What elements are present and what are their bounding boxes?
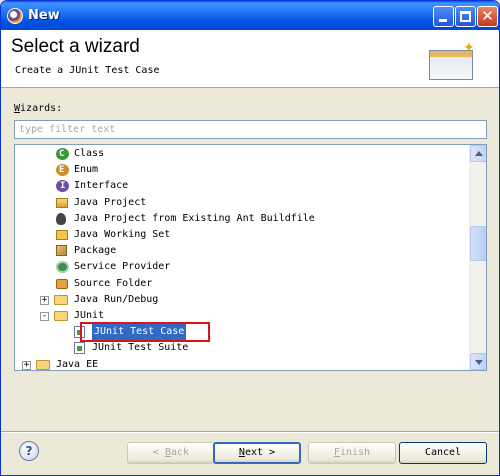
filter-input[interactable]: [14, 120, 487, 139]
tree-item-label: Java Run/Debug: [74, 293, 159, 305]
page-title: Select a wizard: [11, 36, 140, 57]
junit-test-suite-icon: [74, 342, 85, 355]
arrow-down-icon: [475, 360, 483, 365]
tree-item-label: Java Project: [74, 196, 147, 208]
tree-item-enum[interactable]: Enum: [15, 162, 470, 178]
class-icon: [56, 146, 69, 162]
tree-item-label: Service Provider: [74, 261, 171, 273]
package-icon: [56, 245, 67, 257]
expand-icon[interactable]: +: [40, 295, 49, 305]
cancel-button[interactable]: Cancel: [399, 442, 487, 464]
wizards-label: Wizards:: [14, 103, 63, 114]
tree-item-source-folder[interactable]: Source Folder: [15, 276, 470, 292]
tree-item-label: Java Working Set: [74, 229, 171, 240]
window-title: New: [28, 8, 60, 23]
working-set-icon: [56, 230, 68, 240]
tree-item-interface[interactable]: Interface: [15, 178, 470, 194]
tree-item-class[interactable]: Class: [15, 146, 470, 162]
back-button[interactable]: < Back: [127, 442, 215, 464]
next-button[interactable]: Next >: [213, 442, 301, 464]
tree-item-java-ee[interactable]: + Java EE: [15, 357, 470, 370]
folder-icon: [36, 359, 50, 370]
interface-icon: [56, 178, 69, 194]
collapse-icon[interactable]: -: [40, 312, 49, 321]
tree-item-java-run-debug[interactable]: + Java Run/Debug: [15, 292, 470, 308]
new-wizard-banner-icon: ✦: [429, 40, 479, 82]
expand-icon[interactable]: +: [22, 360, 31, 370]
minimize-icon: [439, 19, 447, 22]
tree-item-label: Package: [74, 245, 117, 257]
new-wizard-dialog: New ✕ Select a wizard Create a JUnit Tes…: [0, 0, 500, 476]
java-project-icon: [56, 197, 68, 208]
scroll-down-button[interactable]: [470, 353, 486, 370]
tree-item-junit-test-suite[interactable]: JUnit Test Suite: [15, 340, 470, 356]
tree-item-java-project-from-existing-ant-buildfile[interactable]: Java Project from Existing Ant Buildfile: [15, 211, 470, 227]
footer-separator: [1, 431, 499, 433]
wizards-tree[interactable]: Class Enum Interface Java Project Java Proje…: [14, 144, 487, 371]
wizard-header: Select a wizard Create a JUnit Test Case…: [1, 30, 499, 88]
tree-item-label: Source Folder: [74, 277, 153, 289]
scroll-up-button[interactable]: [470, 145, 486, 162]
maximize-icon: [460, 11, 471, 22]
tree-item-service-provider[interactable]: Service Provider: [15, 259, 470, 275]
tree-item-java-project[interactable]: Java Project: [15, 195, 470, 211]
source-folder-icon: [56, 278, 68, 289]
tree-item-label: Java EE: [56, 358, 99, 370]
arrow-up-icon: [475, 151, 483, 156]
title-bar[interactable]: New ✕: [1, 1, 499, 30]
close-button[interactable]: ✕: [477, 6, 498, 27]
service-provider-icon: [56, 261, 69, 274]
eclipse-icon: [7, 8, 23, 24]
maximize-button[interactable]: [455, 6, 476, 27]
page-description: Create a JUnit Test Case: [15, 65, 160, 76]
finish-button[interactable]: Finish: [308, 442, 396, 464]
ant-icon: [56, 212, 66, 225]
tree-item-label: Enum: [74, 164, 99, 176]
help-button[interactable]: ?: [19, 441, 39, 461]
tree-item-java-working-set[interactable]: Java Working Set: [15, 227, 470, 243]
highlight-box: [80, 322, 210, 343]
tree-item-label: Class: [74, 148, 105, 159]
tree-item-label: JUnit Test Suite: [92, 342, 189, 354]
enum-icon: [56, 162, 69, 178]
tree-item-package[interactable]: Package: [15, 243, 470, 259]
tree-item-label: Interface: [74, 180, 129, 192]
folder-open-icon: [54, 311, 68, 321]
close-icon: ✕: [481, 7, 494, 25]
tree-item-label: Java Project from Existing Ant Buildfile: [74, 212, 315, 224]
scroll-thumb[interactable]: [470, 226, 486, 261]
folder-icon: [54, 294, 68, 305]
minimize-button[interactable]: [433, 6, 454, 27]
tree-scrollbar[interactable]: [469, 145, 486, 370]
